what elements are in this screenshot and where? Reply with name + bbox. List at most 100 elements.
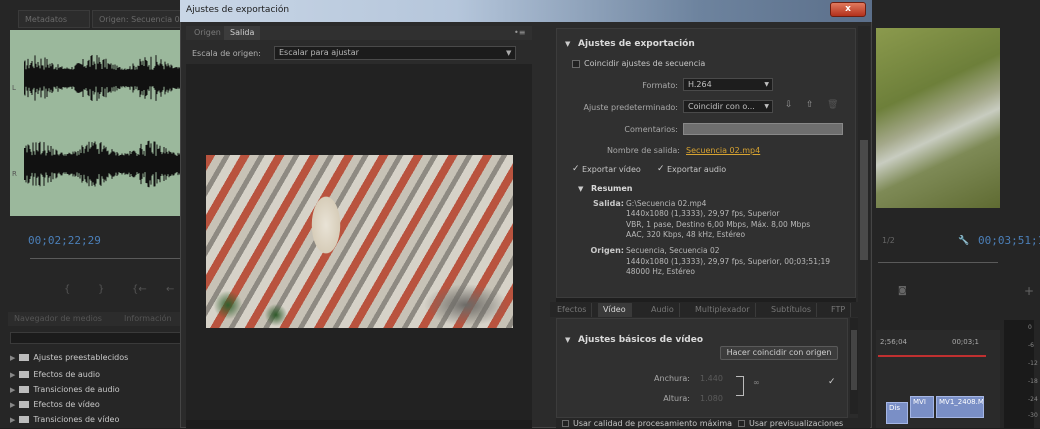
match-sequence-checkbox[interactable] bbox=[572, 60, 580, 68]
go-to-in-button[interactable]: {← bbox=[132, 284, 147, 295]
export-audio-label: Exportar audio bbox=[667, 165, 727, 174]
tab-effects[interactable]: Efectos bbox=[552, 303, 593, 317]
tab-output[interactable]: Salida bbox=[224, 26, 261, 40]
timeline-clip[interactable]: MV1_2408.M bbox=[936, 396, 984, 418]
match-source-button[interactable]: Hacer coincidir con origen bbox=[720, 346, 838, 360]
comments-input[interactable] bbox=[683, 123, 843, 135]
expand-triangle-icon[interactable]: ▶ bbox=[10, 386, 15, 394]
import-preset-icon[interactable]: ⇧ bbox=[806, 100, 814, 110]
step-back-button[interactable]: ← bbox=[166, 284, 174, 295]
program-scrub-bar[interactable] bbox=[878, 262, 998, 263]
preview-scrollbar[interactable] bbox=[186, 420, 532, 428]
chevron-down-icon[interactable]: ▼ bbox=[506, 49, 511, 57]
scrub-bar[interactable] bbox=[30, 258, 180, 259]
tab-source[interactable]: Origen bbox=[188, 26, 227, 40]
dialog-title: Ajustes de exportación bbox=[186, 5, 290, 15]
tab-media-browser[interactable]: Navegador de medios bbox=[14, 314, 102, 323]
camera-icon[interactable]: ◙ bbox=[898, 286, 907, 296]
format-value: H.264 bbox=[688, 80, 712, 89]
source-scale-select[interactable]: Escalar para ajustar bbox=[274, 46, 516, 60]
export-video-checkbox[interactable]: ✓ bbox=[572, 164, 580, 174]
summary-source-label: Origen: bbox=[590, 246, 624, 255]
tree-item-video-transitions[interactable]: ▶ Transiciones de vídeo bbox=[10, 411, 182, 428]
folder-icon bbox=[19, 416, 30, 423]
folder-icon bbox=[19, 386, 30, 393]
export-video-label: Exportar vídeo bbox=[582, 165, 641, 174]
tab-info[interactable]: Información bbox=[124, 314, 172, 323]
folder-icon bbox=[19, 401, 30, 408]
effects-search-input[interactable] bbox=[10, 332, 182, 344]
tree-item-presets[interactable]: ▶ Ajustes preestablecidos bbox=[10, 349, 182, 366]
chain-link-icon[interactable]: ∞ bbox=[753, 378, 760, 387]
summary-output-label: Salida: bbox=[593, 199, 624, 208]
panel-menu-icon[interactable]: •≡ bbox=[514, 28, 525, 37]
save-preset-icon[interactable]: ⇩ bbox=[785, 100, 793, 110]
width-value[interactable]: 1.440 bbox=[700, 374, 723, 383]
max-quality-label: Usar calidad de procesamiento máxima bbox=[573, 419, 733, 428]
summary-heading: Resumen bbox=[591, 184, 633, 193]
collapse-triangle-icon[interactable]: ▼ bbox=[565, 40, 570, 48]
tree-item-label: Ajustes preestablecidos bbox=[33, 353, 129, 362]
collapse-triangle-icon[interactable]: ▼ bbox=[578, 185, 583, 193]
output-name-label: Nombre de salida: bbox=[606, 146, 680, 155]
format-label: Formato: bbox=[642, 81, 678, 90]
expand-triangle-icon[interactable]: ▶ bbox=[10, 401, 15, 409]
mark-out-button[interactable]: } bbox=[98, 284, 104, 295]
source-timecode[interactable]: 00;02;22;29 bbox=[28, 234, 101, 247]
tab-audio[interactable]: Audio bbox=[646, 303, 680, 317]
timeline-ruler-mark: 00;03;1 bbox=[952, 338, 979, 346]
output-name-link[interactable]: Secuencia 02.mp4 bbox=[686, 146, 760, 155]
mark-in-button[interactable]: { bbox=[64, 284, 70, 295]
meter-db-label: -24 bbox=[1028, 396, 1038, 403]
tab-metadata[interactable]: Metadatos bbox=[18, 10, 90, 28]
channel-label-right: R bbox=[12, 170, 17, 178]
preset-select[interactable]: Coincidir con o... ▼ bbox=[683, 100, 773, 113]
match-sequence-label: Coincidir ajustes de secuencia bbox=[584, 59, 706, 68]
timeline-ruler-mark: 2;56;04 bbox=[880, 338, 907, 346]
height-value[interactable]: 1.080 bbox=[700, 394, 723, 403]
expand-triangle-icon[interactable]: ▶ bbox=[10, 416, 15, 424]
use-previews-checkbox[interactable] bbox=[738, 420, 745, 427]
close-button[interactable]: x bbox=[830, 2, 866, 17]
tree-item-label: Efectos de audio bbox=[33, 370, 101, 379]
video-preview-frame bbox=[206, 155, 513, 328]
export-audio-checkbox[interactable]: ✓ bbox=[657, 164, 665, 174]
zoom-select[interactable]: 1/2 bbox=[882, 236, 895, 245]
dialog-scrollbar-thumb[interactable] bbox=[860, 140, 868, 260]
timeline-clip[interactable]: Dis bbox=[886, 402, 908, 424]
summary-source-line: 48000 Hz, Estéreo bbox=[626, 267, 695, 276]
comments-label: Comentarios: bbox=[624, 125, 678, 134]
program-timecode[interactable]: 00;03;51;19 bbox=[978, 234, 1040, 247]
link-bracket bbox=[736, 376, 744, 396]
meter-db-label: -30 bbox=[1028, 412, 1038, 419]
tab-ftp[interactable]: FTP bbox=[826, 303, 852, 317]
work-area-bar[interactable] bbox=[878, 355, 986, 357]
export-settings-heading: Ajustes de exportación bbox=[578, 39, 695, 49]
tree-item-label: Efectos de vídeo bbox=[33, 400, 100, 409]
delete-preset-icon[interactable]: 🗑 bbox=[827, 100, 838, 110]
channel-label-left: L bbox=[12, 84, 16, 92]
meter-db-label: 0 bbox=[1028, 324, 1032, 331]
collapse-triangle-icon[interactable]: ▼ bbox=[565, 336, 570, 344]
preset-folder-icon bbox=[19, 354, 30, 361]
format-select[interactable]: H.264 ▼ bbox=[683, 78, 773, 91]
expand-triangle-icon[interactable]: ▶ bbox=[10, 371, 15, 379]
expand-triangle-icon[interactable]: ▶ bbox=[10, 354, 15, 362]
max-quality-checkbox[interactable] bbox=[562, 420, 569, 427]
tab-source[interactable]: Origen: Secuencia 0 bbox=[92, 10, 182, 28]
summary-source-line: Secuencia, Secuencia 02 bbox=[626, 246, 720, 255]
timeline-clip[interactable]: MVI bbox=[910, 396, 934, 418]
tab-captions[interactable]: Subtítulos bbox=[766, 303, 818, 317]
program-monitor-preview bbox=[876, 28, 1000, 208]
tab-video[interactable]: Vídeo bbox=[598, 303, 632, 317]
add-button-icon[interactable]: + bbox=[1024, 284, 1034, 298]
width-label: Anchura: bbox=[654, 374, 690, 383]
wrench-icon[interactable]: 🔧 bbox=[958, 236, 969, 246]
tree-item-label: Transiciones de vídeo bbox=[33, 415, 120, 424]
video-panel-scrollbar-thumb[interactable] bbox=[851, 330, 857, 390]
summary-output-line: AAC, 320 Kbps, 48 kHz, Estéreo bbox=[626, 230, 746, 239]
tab-multiplexer[interactable]: Multiplexador bbox=[690, 303, 756, 317]
override-checkbox[interactable]: ✓ bbox=[828, 377, 836, 387]
summary-output-line: G:\Secuencia 02.mp4 bbox=[626, 199, 707, 208]
height-label: Altura: bbox=[663, 394, 690, 403]
